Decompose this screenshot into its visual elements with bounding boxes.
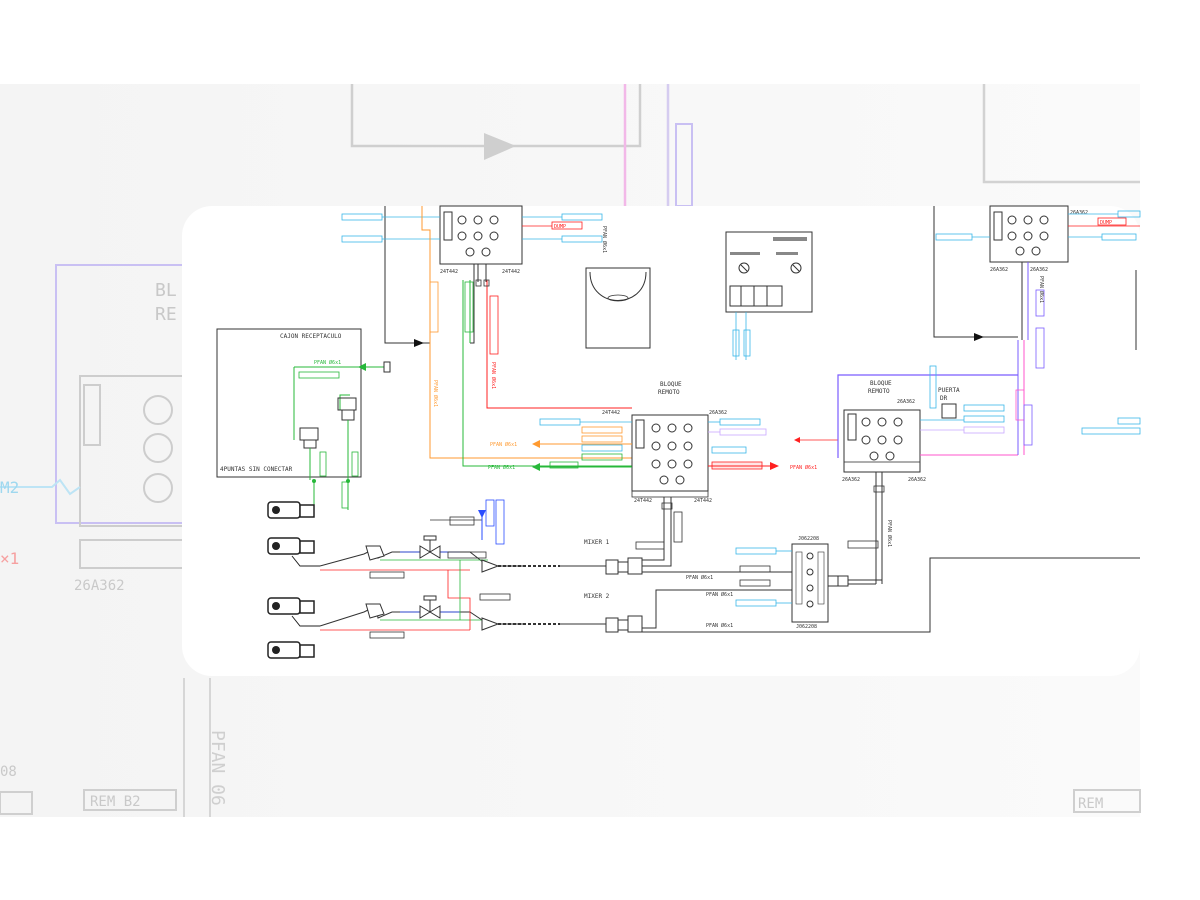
bg-label-rem: REM — [1078, 796, 1103, 812]
pfan-mix2-label: PFAN Ø6x1 — [706, 591, 733, 598]
bloque-right-id-2: 26A362 — [908, 477, 926, 483]
bg-label-pfan: PFAN 06 — [207, 730, 228, 806]
vert-pfan-dark-top: PFAN Ø6x1 — [601, 226, 608, 253]
junction-bottom-label: J062208 — [796, 624, 817, 630]
bloque-right-title-1: BLOQUE — [870, 380, 892, 387]
bloque-center-id-1: 24T442 — [602, 410, 620, 416]
top-right-block-id-3: 26A362 — [1030, 267, 1048, 273]
bloque-center-title-1: BLOQUE — [660, 381, 682, 388]
bloque-center-title-2: REMOTO — [658, 389, 680, 396]
bg-label-08: 08 — [0, 764, 17, 780]
device-4 — [267, 641, 315, 659]
mixer-1-label: MIXER 1 — [584, 539, 610, 546]
junction-top-label: J062208 — [798, 536, 819, 542]
top-left-block-id-2: 24T442 — [502, 269, 520, 275]
vert-pfan-orange: PFAN Ø6x1 — [432, 380, 439, 407]
pfan-orange-label: PFAN Ø6x1 — [490, 441, 517, 448]
cajon-pfan-label: PFAN Ø6x1 — [314, 359, 341, 366]
top-left-block-id-1: 24T442 — [440, 269, 458, 275]
bg-label-re: RE — [155, 304, 177, 325]
bloque-right-title-2: REMOTO — [868, 388, 890, 395]
bg-label-rem-b2: REM B2 — [90, 794, 141, 810]
pfan-mix3-label: PFAN Ø6x1 — [706, 622, 733, 629]
bloque-right-id-top: 26A362 — [897, 399, 915, 405]
sink-unit — [585, 267, 651, 349]
pfan-mix1-label: PFAN Ø6x1 — [686, 574, 713, 581]
bg-label-m2: M2 — [0, 478, 19, 497]
puerta-label-2: DR — [940, 395, 948, 402]
pfan-green-label: PFAN Ø6x1 — [488, 464, 515, 471]
bloque-right-id-1: 26A362 — [842, 477, 860, 483]
mixer-2-label: MIXER 2 — [584, 593, 610, 600]
cajon-footer: 4PUNTAS SIN CONECTAR — [220, 466, 293, 473]
vert-pfan-right: PFAN Ø6x1 — [1038, 276, 1045, 303]
puerta-label-1: PUERTA — [938, 387, 960, 394]
bg-label-26a362: 26A362 — [74, 578, 125, 594]
dump-tag-left: DUMP — [554, 224, 566, 230]
schematic-canvas: BL RE M2 ×1 26A362 08 REM B2 REM PFAN 06 — [0, 84, 1141, 817]
svg-text:PFAN Ø6x1: PFAN Ø6x1 — [886, 520, 893, 547]
bg-label-bl: BL — [155, 280, 177, 301]
bg-label-x1: ×1 — [0, 549, 19, 568]
top-right-block-id-1: 26A362 — [1070, 210, 1088, 216]
bloque-center-id-3: 24T442 — [634, 498, 652, 504]
cajon-title: CAJON RECEPTACULO — [280, 333, 342, 340]
top-right-block-id-2: 26A362 — [990, 267, 1008, 273]
dump-tag-right: DUMP — [1100, 220, 1112, 226]
bloque-center-id-2: 26A362 — [709, 410, 727, 416]
bloque-center-id-4: 24T442 — [694, 498, 712, 504]
device-1 — [267, 501, 315, 519]
vert-pfan-red: PFAN Ø6x1 — [490, 362, 497, 389]
pfan-red-label: PFAN Ø6x1 — [790, 464, 817, 471]
